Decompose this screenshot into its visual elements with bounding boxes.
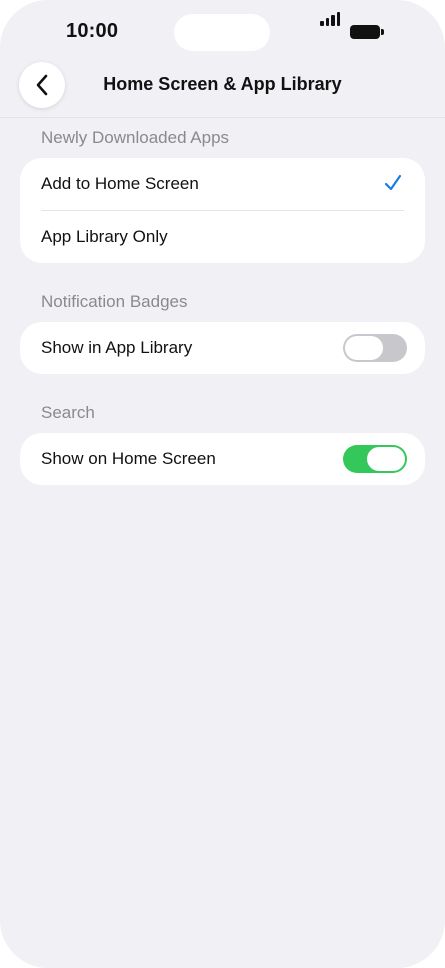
option-label: Add to Home Screen [41, 174, 199, 193]
show-on-home-screen-toggle[interactable] [343, 445, 407, 473]
option-app-library-only[interactable]: App Library Only [20, 211, 425, 263]
newly-downloaded-group: Add to Home Screen App Library Only [20, 158, 425, 263]
status-time: 10:00 [66, 20, 119, 42]
nav-divider [0, 117, 445, 118]
section-header-notification-badges: Notification Badges [41, 292, 188, 311]
page-title: Home Screen & App Library [103, 74, 342, 94]
row-label: Show on Home Screen [41, 449, 216, 468]
checkmark-icon [384, 174, 402, 191]
show-on-home-screen-row: Show on Home Screen [20, 433, 425, 485]
show-in-app-library-toggle[interactable] [343, 334, 407, 362]
phone-screen: 10:00 Home Screen & App Library Newly Do… [0, 0, 445, 968]
option-add-to-home-screen[interactable]: Add to Home Screen [20, 158, 425, 210]
notification-badges-group: Show in App Library [20, 322, 425, 374]
show-in-app-library-row: Show in App Library [20, 322, 425, 374]
search-group: Show on Home Screen [20, 433, 425, 485]
section-header-newly-downloaded: Newly Downloaded Apps [41, 128, 230, 147]
row-label: Show in App Library [41, 338, 193, 357]
option-label: App Library Only [41, 227, 168, 246]
section-header-search: Search [41, 403, 95, 422]
dynamic-island [174, 14, 270, 51]
